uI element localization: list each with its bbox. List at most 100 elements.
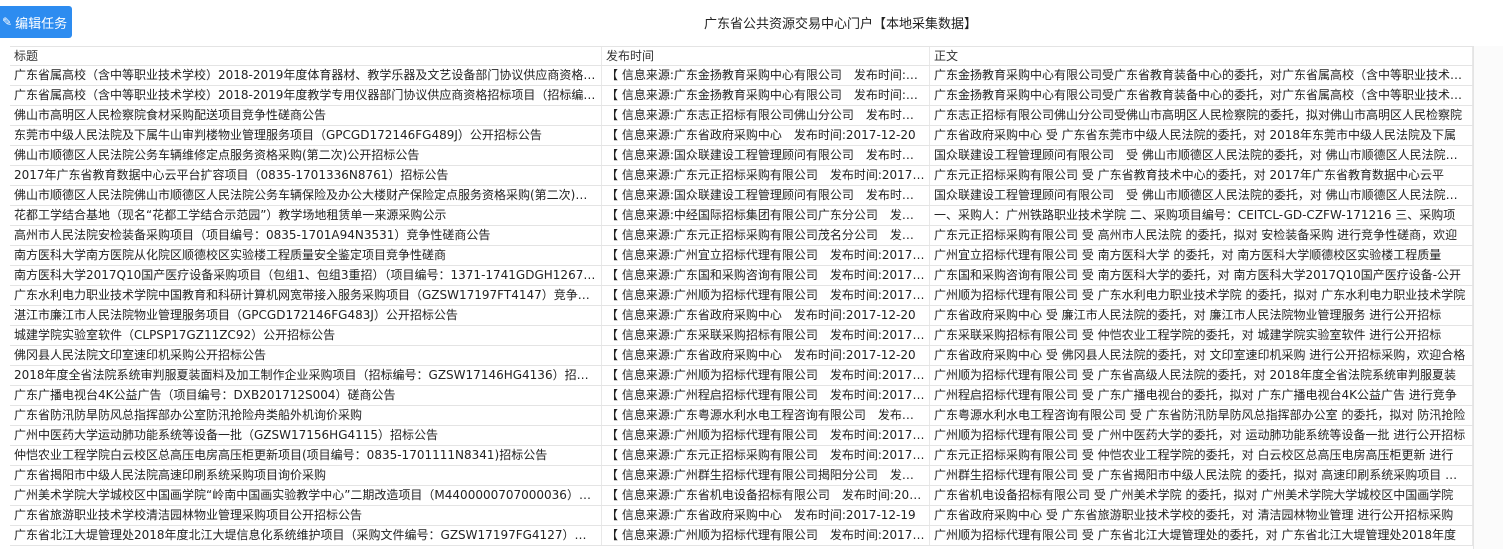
cell-title: 广东省属高校（含中等职业技术学校）2018-2019年度教学专用仪器部门协议供应… <box>10 86 602 105</box>
table-row[interactable]: 广州美术学院大学城校区中国画学院“岭南中国画实验教学中心”二期改造项目（M440… <box>10 486 1473 506</box>
cell-title: 广东省旅游职业技术学校清洁园林物业管理采购项目公开招标公告 <box>10 506 602 525</box>
cell-body: 广州顺为招标代理有限公司 受 广州中医药大学的委托，对 运动肺功能系统等设备一批… <box>930 426 1473 445</box>
cell-body: 广州顺为招标代理有限公司 受 广东水利电力职业技术学院 的委托，拟对 广东水利电… <box>930 286 1473 305</box>
cell-title: 广东广播电视台4K公益广告（项目编号：DXB201712S004）磋商公告 <box>10 386 602 405</box>
table-row[interactable]: 高州市人民法院安检装备采购项目（项目编号：0835-1701A94N3531）竞… <box>10 226 1473 246</box>
cell-body: 广东省政府采购中心 受 广东省旅游职业技术学校的委托，对 清洁园林物业管理 进行… <box>930 506 1473 525</box>
cell-title: 佛山市顺德区人民法院佛山市顺德区人民法院公务车辆保险及办公大楼财产保险定点服务资… <box>10 186 602 205</box>
cell-title: 仲恺农业工程学院白云校区总高压电房高压柜更新项目(项目编号：0835-17011… <box>10 446 602 465</box>
table-row[interactable]: 佛山市顺德区人民法院公务车辆维修定点服务资格采购(第二次)公开招标公告【 信息来… <box>10 146 1473 166</box>
cell-publish-time: 【 信息来源:广州宜立招标代理有限公司 发布时间:2017-12-20 <box>602 246 930 265</box>
cell-publish-time: 【 信息来源:广州群生招标代理有限公司揭阳分公司 发布时间:2017-12-20 <box>602 466 930 485</box>
table-header: 标题 发布时间 正文 <box>10 46 1473 66</box>
cell-publish-time: 【 信息来源:广州顺为招标代理有限公司 发布时间:2017-12-20 <box>602 366 930 385</box>
cell-body: 广东金扬教育采购中心有限公司受广东省教育装备中心的委托，对广东省属高校（含中等职… <box>930 86 1473 105</box>
table-row[interactable]: 广东省旅游职业技术学校清洁园林物业管理采购项目公开招标公告【 信息来源:广东省政… <box>10 506 1473 526</box>
table-row[interactable]: 佛山市顺德区人民法院佛山市顺德区人民法院公务车辆保险及办公大楼财产保险定点服务资… <box>10 186 1473 206</box>
cell-title: 佛山市顺德区人民法院公务车辆维修定点服务资格采购(第二次)公开招标公告 <box>10 146 602 165</box>
cell-publish-time: 【 信息来源:广东省政府采购中心 发布时间:2017-12-19 <box>602 506 930 525</box>
cell-publish-time: 【 信息来源:广东国和采购咨询有限公司 发布时间:2017-12-20 <box>602 266 930 285</box>
cell-body: 广东金扬教育采购中心有限公司受广东省教育装备中心的委托，对广东省属高校（含中等职… <box>930 66 1473 85</box>
cell-body: 广东粤源水利水电工程咨询有限公司 受 广东省防汛防旱防风总指挥部办公室 的委托，… <box>930 406 1473 425</box>
table-row[interactable]: 城建学院实验室软件（CLPSP17GZ11ZC92）公开招标公告【 信息来源:广… <box>10 326 1473 346</box>
table-row[interactable]: 广东省属高校（含中等职业技术学校）2018-2019年度教学专用仪器部门协议供应… <box>10 86 1473 106</box>
cell-publish-time: 【 信息来源:广东志正招标有限公司佛山分公司 发布时间:2017-12-20 <box>602 106 930 125</box>
edit-task-label: 编辑任务 <box>15 16 68 32</box>
table-row[interactable]: 广东水利电力职业技术学院中国教育和科研计算机网宽带接入服务采购项目（GZSW17… <box>10 286 1473 306</box>
cell-body: 广东采联采购招标有限公司 受 仲恺农业工程学院的委托，对 城建学院实验室软件 进… <box>930 326 1473 345</box>
edit-task-button[interactable]: ✎ 编辑任务 <box>0 6 72 38</box>
cell-title: 湛江市廉江市人民法院物业管理服务项目（GPCGD172146FG483J）公开招… <box>10 306 602 325</box>
cell-publish-time: 【 信息来源:广东元正招标采购有限公司 发布时间:2017-12-20 <box>602 166 930 185</box>
cell-publish-time: 【 信息来源:广州顺为招标代理有限公司 发布时间:2017-12-19 <box>602 526 930 545</box>
page-title: 广东省公共资源交易中心门户【本地采集数据】 <box>704 17 978 32</box>
cell-publish-time: 【 信息来源:广东粤源水利水电工程咨询有限公司 发布时间:2017-12-20 <box>602 406 930 425</box>
table-row[interactable]: 花都工学结合基地（现名“花都工学结合示范园”）教学场地租赁单一来源采购公示【 信… <box>10 206 1473 226</box>
cell-title: 2018年度全省法院系统审判服夏装面料及加工制作企业采购项目（招标编号：GZSW… <box>10 366 602 385</box>
cell-title: 花都工学结合基地（现名“花都工学结合示范园”）教学场地租赁单一来源采购公示 <box>10 206 602 225</box>
cell-publish-time: 【 信息来源:广东金扬教育采购中心有限公司 发布时间:2017-12-20 <box>602 86 930 105</box>
table-row[interactable]: 南方医科大学南方医院从化院区顺德校区实验楼工程质量安全鉴定项目竞争性磋商【 信息… <box>10 246 1473 266</box>
cell-publish-time: 【 信息来源:广东元正招标采购有限公司 发布时间:2017-12-20 <box>602 446 930 465</box>
cell-title: 广东水利电力职业技术学院中国教育和科研计算机网宽带接入服务采购项目（GZSW17… <box>10 286 602 305</box>
cell-body: 广州顺为招标代理有限公司 受 广东省高级人民法院的委托，对 2018年度全省法院… <box>930 366 1473 385</box>
table-row[interactable]: 广东省揭阳市中级人民法院高速印刷系统采购项目询价采购【 信息来源:广州群生招标代… <box>10 466 1473 486</box>
cell-body: 广东省政府采购中心 受 廉江市人民法院的委托，对 廉江市人民法院物业管理服务 进… <box>930 306 1473 325</box>
cell-title: 广东省北江大堤管理处2018年度北江大堤信息化系统维护项目（采购文件编号：GZS… <box>10 526 602 545</box>
cell-title: 广州中医药大学运动肺功能系统等设备一批（GZSW17156HG4115）招标公告 <box>10 426 602 445</box>
table-row[interactable]: 佛冈县人民法院文印室速印机采购公开招标公告【 信息来源:广东省政府采购中心 发布… <box>10 346 1473 366</box>
table-row[interactable]: 广东广播电视台4K公益广告（项目编号：DXB201712S004）磋商公告【 信… <box>10 386 1473 406</box>
vertical-scrollbar[interactable] <box>1473 46 1503 549</box>
cell-publish-time: 【 信息来源:广东金扬教育采购中心有限公司 发布时间:2017-12-20 <box>602 66 930 85</box>
cell-publish-time: 【 信息来源:国众联建设工程管理顾问有限公司 发布时间:2017-12-20 <box>602 186 930 205</box>
cell-title: 南方医科大学2017Q10国产医疗设备采购项目（包组1、包组3重招）（项目编号：… <box>10 266 602 285</box>
cell-title: 广东省防汛防旱防风总指挥部办公室防汛抢险舟类船外机询价采购 <box>10 406 602 425</box>
cell-body: 广州群生招标代理有限公司 受 广东省揭阳市中级人民法院 的委托，拟对 高速印刷系… <box>930 466 1473 485</box>
column-header-publish-time[interactable]: 发布时间 <box>602 47 930 65</box>
table-row[interactable]: 2017年广东省教育数据中心云平台扩容项目（0835-1701336N8761）… <box>10 166 1473 186</box>
column-header-title[interactable]: 标题 <box>10 47 602 65</box>
cell-publish-time: 【 信息来源:广东省机电设备招标有限公司 发布时间:2017-12-20 <box>602 486 930 505</box>
cell-body: 广东元正招标采购有限公司 受 高州市人民法院 的委托，拟对 安检装备采购 进行竞… <box>930 226 1473 245</box>
table-row[interactable]: 广东省属高校（含中等职业技术学校）2018-2019年度体育器材、教学乐器及文艺… <box>10 66 1473 86</box>
cell-publish-time: 【 信息来源:国众联建设工程管理顾问有限公司 发布时间:2017-12-20 <box>602 146 930 165</box>
cell-body: 广东志正招标有限公司佛山分公司受佛山市高明区人民检察院的委托，拟对佛山市高明区人… <box>930 106 1473 125</box>
cell-publish-time: 【 信息来源:广州顺为招标代理有限公司 发布时间:2017-12-20 <box>602 286 930 305</box>
table-row[interactable]: 广东省北江大堤管理处2018年度北江大堤信息化系统维护项目（采购文件编号：GZS… <box>10 526 1473 546</box>
cell-title: 广州美术学院大学城校区中国画学院“岭南中国画实验教学中心”二期改造项目（M440… <box>10 486 602 505</box>
cell-publish-time: 【 信息来源:广东元正招标采购有限公司茂名分公司 发布时间:2017-12-20 <box>602 226 930 245</box>
cell-publish-time: 【 信息来源:广东省政府采购中心 发布时间:2017-12-20 <box>602 306 930 325</box>
table-row[interactable]: 2018年度全省法院系统审判服夏装面料及加工制作企业采购项目（招标编号：GZSW… <box>10 366 1473 386</box>
cell-body: 广州程启招标代理有限公司 受 广东广播电视台的委托，拟对 广东广播电视台4K公益… <box>930 386 1473 405</box>
table-row[interactable]: 佛山市高明区人民检察院食材采购配送项目竞争性磋商公告【 信息来源:广东志正招标有… <box>10 106 1473 126</box>
cell-body: 广东国和采购咨询有限公司 受 南方医科大学的委托，对 南方医科大学2017Q10… <box>930 266 1473 285</box>
cell-title: 2017年广东省教育数据中心云平台扩容项目（0835-1701336N8761）… <box>10 166 602 185</box>
cell-body: 广东元正招标采购有限公司 受 仲恺农业工程学院的委托，对 白云校区总高压电房高压… <box>930 446 1473 465</box>
table-row[interactable]: 仲恺农业工程学院白云校区总高压电房高压柜更新项目(项目编号：0835-17011… <box>10 446 1473 466</box>
table-row[interactable]: 南方医科大学2017Q10国产医疗设备采购项目（包组1、包组3重招）（项目编号：… <box>10 266 1473 286</box>
cell-body: 广东省政府采购中心 受 佛冈县人民法院的委托，对 文印室速印机采购 进行公开招标… <box>930 346 1473 365</box>
cell-publish-time: 【 信息来源:广东省政府采购中心 发布时间:2017-12-20 <box>602 126 930 145</box>
cell-publish-time: 【 信息来源:中经国际招标集团有限公司广东分公司 发布时间:2017-12-20 <box>602 206 930 225</box>
pencil-icon: ✎ <box>2 15 13 29</box>
cell-title: 城建学院实验室软件（CLPSP17GZ11ZC92）公开招标公告 <box>10 326 602 345</box>
cell-title: 广东省揭阳市中级人民法院高速印刷系统采购项目询价采购 <box>10 466 602 485</box>
cell-publish-time: 【 信息来源:广州程启招标代理有限公司 发布时间:2017-12-20 <box>602 386 930 405</box>
cell-body: 国众联建设工程管理顾问有限公司 受 佛山市顺德区人民法院的委托，对 佛山市顺德区… <box>930 146 1473 165</box>
data-table: 标题 发布时间 正文 广东省属高校（含中等职业技术学校）2018-2019年度体… <box>10 46 1473 546</box>
cell-title: 广东省属高校（含中等职业技术学校）2018-2019年度体育器材、教学乐器及文艺… <box>10 66 602 85</box>
cell-body: 广州顺为招标代理有限公司 受 广东省北江大堤管理处的委托，对 广东省北江大堤管理… <box>930 526 1473 545</box>
table-row[interactable]: 广州中医药大学运动肺功能系统等设备一批（GZSW17156HG4115）招标公告… <box>10 426 1473 446</box>
cell-title: 东莞市中级人民法院及下属牛山审判楼物业管理服务项目（GPCGD172146FG4… <box>10 126 602 145</box>
cell-title: 佛冈县人民法院文印室速印机采购公开招标公告 <box>10 346 602 365</box>
column-header-body[interactable]: 正文 <box>930 47 1473 65</box>
cell-body: 广东省机电设备招标有限公司 受 广州美术学院 的委托，拟对 广州美术学院大学城校… <box>930 486 1473 505</box>
cell-publish-time: 【 信息来源:广东省政府采购中心 发布时间:2017-12-20 <box>602 346 930 365</box>
cell-publish-time: 【 信息来源:广东采联采购招标有限公司 发布时间:2017-12-20 <box>602 326 930 345</box>
cell-body: 广东元正招标采购有限公司 受 广东省教育技术中心的委托，对 2017年广东省教育… <box>930 166 1473 185</box>
cell-body: 一、采购人：广州铁路职业技术学院 二、采购项目编号：CEITCL-GD-CZFW… <box>930 206 1473 225</box>
cell-body: 广东省政府采购中心 受 广东省东莞市中级人民法院的委托，对 2018年东莞市中级… <box>930 126 1473 145</box>
table-row[interactable]: 东莞市中级人民法院及下属牛山审判楼物业管理服务项目（GPCGD172146FG4… <box>10 126 1473 146</box>
table-row[interactable]: 湛江市廉江市人民法院物业管理服务项目（GPCGD172146FG483J）公开招… <box>10 306 1473 326</box>
table-row[interactable]: 广东省防汛防旱防风总指挥部办公室防汛抢险舟类船外机询价采购【 信息来源:广东粤源… <box>10 406 1473 426</box>
